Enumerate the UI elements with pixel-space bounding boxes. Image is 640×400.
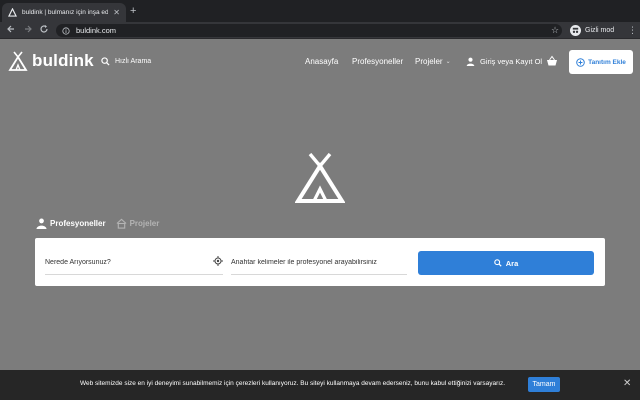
search-button-label: Ara xyxy=(505,258,519,268)
location-input[interactable] xyxy=(45,252,223,273)
back-arrow-icon[interactable] xyxy=(5,24,17,36)
search-card: Ara xyxy=(35,238,605,286)
cookie-accept-button[interactable]: Tamam xyxy=(528,377,560,392)
browser-toolbar: buldink.com ☆ Gizli mod ⋮ xyxy=(0,22,640,39)
logo-text: buldink xyxy=(32,51,94,70)
profile-label: Gizli mod xyxy=(585,27,615,34)
close-icon[interactable]: ✕ xyxy=(623,378,631,390)
nav-professionals[interactable]: Profesyoneller xyxy=(352,57,403,66)
site-logo[interactable]: buldink xyxy=(8,51,94,71)
nav-projects-label: Projeler xyxy=(415,57,443,66)
search-button[interactable]: Ara xyxy=(418,251,594,275)
close-tab-icon[interactable]: ✕ xyxy=(113,8,120,17)
browser-tab[interactable]: buldink | bulmanız için inşa edi ✕ xyxy=(2,3,126,22)
incognito-indicator[interactable]: Gizli mod xyxy=(570,24,614,37)
add-listing-button[interactable]: Tanıtım Ekle xyxy=(569,50,633,74)
keyword-field xyxy=(231,251,407,275)
user-icon xyxy=(466,57,475,66)
search-icon xyxy=(493,259,502,267)
tab-favicon-icon xyxy=(8,8,17,17)
chevron-down-icon: ⌄ xyxy=(445,59,451,65)
login-register-link[interactable]: Giriş veya Kayıt Ol xyxy=(466,57,542,66)
tab-title: buldink | bulmanız için inşa edi xyxy=(22,9,109,16)
keyword-input[interactable] xyxy=(231,252,407,273)
reload-icon[interactable] xyxy=(38,24,50,36)
tab-projects[interactable]: Projeler xyxy=(116,218,160,229)
forward-arrow-icon[interactable] xyxy=(22,24,34,36)
tab-professionals[interactable]: Profesyoneller xyxy=(36,218,106,229)
cookie-message: Web sitemizde size en iyi deneyimi sunab… xyxy=(80,380,506,387)
login-label: Giriş veya Kayıt Ol xyxy=(480,57,543,66)
location-field xyxy=(45,251,223,275)
bookmark-star-icon[interactable]: ☆ xyxy=(551,24,559,36)
search-icon xyxy=(101,57,110,66)
professional-user-icon xyxy=(36,218,47,229)
new-tab-button[interactable]: + xyxy=(130,4,136,18)
basket-icon[interactable] xyxy=(546,55,558,67)
kebab-menu-icon[interactable]: ⋮ xyxy=(628,24,637,36)
cookie-banner: Web sitemizde size en iyi deneyimi sunab… xyxy=(0,370,640,400)
incognito-icon xyxy=(570,25,581,36)
quick-search-label: Hızlı Arama xyxy=(115,58,152,65)
hero-tent-logo-icon xyxy=(295,153,345,203)
tab-professionals-label: Profesyoneller xyxy=(50,219,106,228)
address-bar[interactable]: buldink.com xyxy=(56,24,562,37)
plus-circle-icon xyxy=(576,57,585,67)
nav-projects[interactable]: Projeler ⌄ xyxy=(415,57,451,66)
house-icon xyxy=(116,218,127,229)
quick-search-link[interactable]: Hızlı Arama xyxy=(101,57,151,66)
location-target-icon[interactable] xyxy=(213,256,223,266)
url-text: buldink.com xyxy=(76,26,117,35)
nav-home[interactable]: Anasayfa xyxy=(305,57,338,66)
browser-tab-bar: buldink | bulmanız için inşa edi ✕ + xyxy=(0,0,640,22)
search-tabs: Profesyoneller Projeler xyxy=(36,218,159,229)
info-icon[interactable] xyxy=(62,22,70,40)
add-listing-label: Tanıtım Ekle xyxy=(588,58,626,66)
tent-logo-icon xyxy=(8,51,28,71)
site-header: buldink Hızlı Arama Anasayfa Profesyonel… xyxy=(0,40,640,84)
tab-projects-label: Projeler xyxy=(129,219,160,228)
